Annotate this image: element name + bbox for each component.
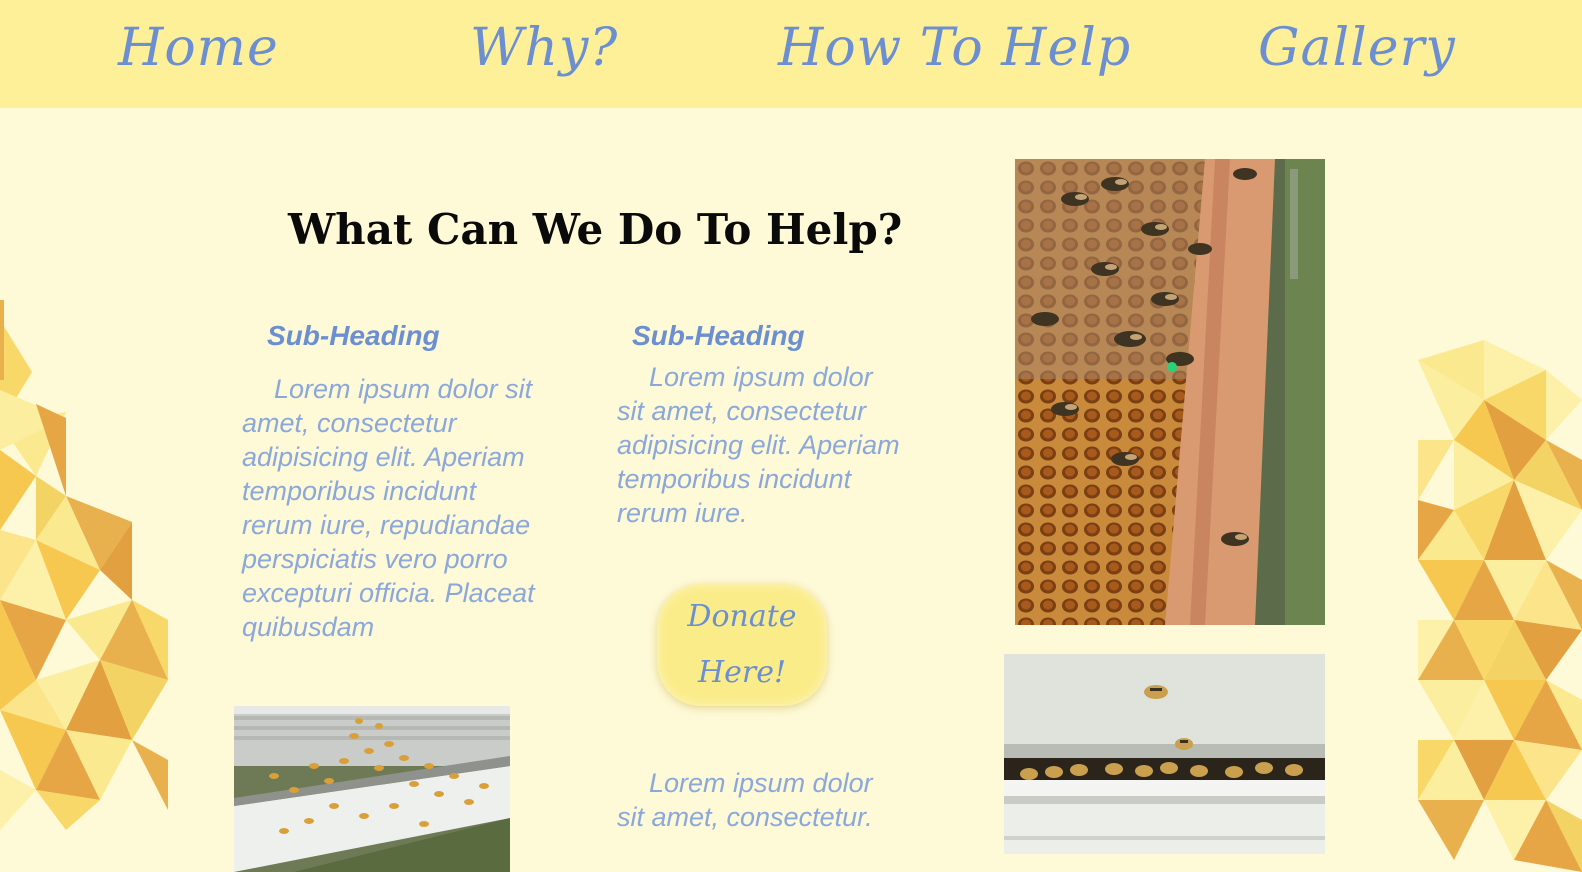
col1-paragraph: Lorem ipsum dolor sit amet, consectetur … — [242, 374, 535, 642]
hive-entrance-bees-image — [1004, 654, 1325, 854]
footer-text: Lorem ipsum dolor sit amet, consectetur. — [617, 768, 873, 832]
hexagon-pattern-left — [0, 300, 168, 830]
hive-box-bees-image — [234, 706, 510, 872]
honeycomb-bees-image — [1015, 159, 1325, 625]
hexagon-pattern-right — [1418, 340, 1582, 872]
nav-how-to-help-link[interactable]: How To Help — [778, 18, 1131, 78]
col2-subheading: Sub-Heading — [632, 320, 805, 351]
nav-bar: Home Why? How To Help Gallery — [0, 0, 1582, 108]
nav-home-link[interactable]: Home — [118, 18, 279, 78]
nav-why-link[interactable]: Why? — [470, 18, 618, 78]
col1-subheading: Sub-Heading — [267, 320, 440, 351]
nav-gallery-link[interactable]: Gallery — [1258, 18, 1456, 78]
donate-button[interactable]: Donate Here! — [657, 584, 827, 706]
page-title: What Can We Do To Help? — [288, 205, 903, 254]
col2-paragraph: Lorem ipsum dolor sit amet, consectetur … — [617, 362, 900, 528]
